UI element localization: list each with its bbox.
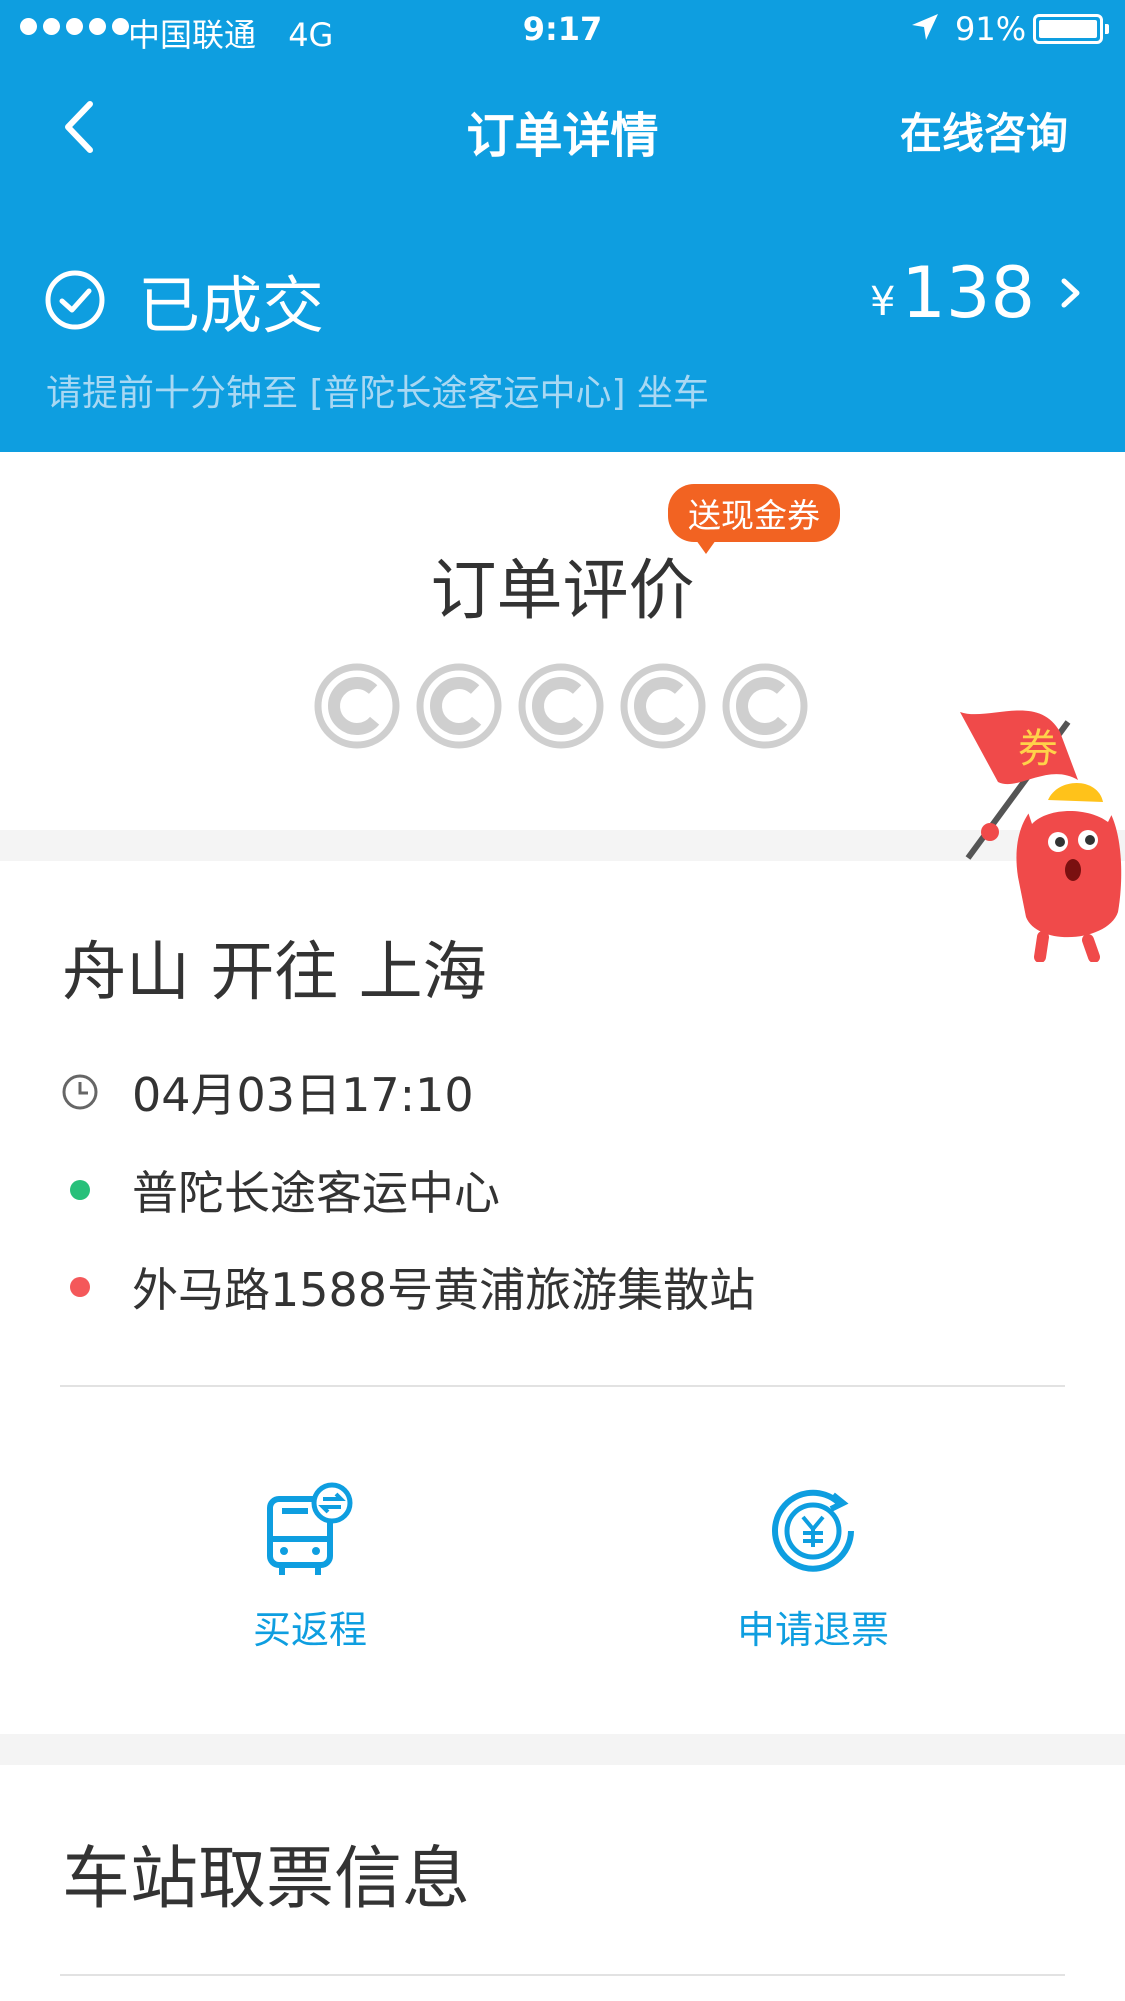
order-status: 已成交: [44, 255, 324, 345]
rating-circle-icon-1[interactable]: [313, 662, 401, 750]
departure-datetime: 04月03日17:10: [132, 1068, 474, 1122]
buy-return-label: 买返程: [252, 1608, 367, 1652]
rating-stars: [313, 662, 809, 750]
rating-circle-icon-3[interactable]: [517, 662, 605, 750]
boarding-notice: 请提前十分钟至 [普陀长途客运中心] 坐车: [46, 373, 709, 414]
refund-button[interactable]: 申请退票: [683, 1481, 943, 1654]
mascot-flag-icon: 券: [960, 710, 1122, 963]
divider: [60, 1385, 1065, 1387]
buy-return-button[interactable]: 买返程: [180, 1481, 440, 1654]
mascot-coupon-button[interactable]: 券: [948, 672, 1125, 963]
destination-row: 外马路1588号黄浦旅游集散站: [60, 1254, 755, 1320]
departure-time-row: 04月03日17:10: [60, 1059, 474, 1125]
trip-card: 舟山 开往 上海 04月03日17:10 普陀长途客运中心 外马路1588号黄浦…: [0, 861, 1125, 1734]
rating-circle-icon-2[interactable]: [415, 662, 503, 750]
order-price: 138: [901, 252, 1035, 334]
chevron-right-icon: [1061, 278, 1080, 308]
origin-row: 普陀长途客运中心: [60, 1157, 500, 1223]
rating-circle-icon-4[interactable]: [619, 662, 707, 750]
status-bar: 中国联通 4G 9:17 91%: [0, 0, 1125, 60]
order-status-text: 已成交: [138, 269, 325, 342]
rating-title: 订单评价: [430, 552, 695, 629]
ticket-pickup-title: 车站取票信息: [62, 1840, 471, 1919]
rating-circle-icon-5[interactable]: [721, 662, 809, 750]
currency-symbol: ¥: [869, 279, 896, 325]
destination-dot-icon: [70, 1277, 90, 1297]
ticket-pickup-card: 车站取票信息: [0, 1765, 1125, 2001]
refund-icon: [772, 1489, 854, 1572]
header: 中国联通 4G 9:17 91% 订单详情 在线咨询 已成交 ¥ 138 请提前…: [0, 0, 1125, 452]
battery-percent: 91%: [955, 10, 1027, 48]
price-detail-button[interactable]: ¥ 138: [870, 252, 1083, 334]
origin-dot-icon: [70, 1180, 90, 1200]
origin-station: 普陀长途客运中心: [132, 1166, 500, 1220]
location-arrow-icon: [910, 12, 940, 50]
destination-station: 外马路1588号黄浦旅游集散站: [132, 1263, 756, 1317]
coupon-badge: 送现金券: [668, 484, 840, 554]
bus-return-icon: [267, 1482, 353, 1575]
battery-icon: [1033, 14, 1109, 44]
online-consult-button[interactable]: 在线咨询: [900, 100, 1068, 161]
mascot-flag-text: 券: [1018, 726, 1058, 772]
route-title: 舟山 开往 上海: [62, 936, 487, 1010]
divider: [60, 1974, 1065, 1976]
clock-icon: [60, 1072, 100, 1112]
refund-label: 申请退票: [736, 1608, 889, 1652]
check-circle-icon: [45, 270, 105, 330]
